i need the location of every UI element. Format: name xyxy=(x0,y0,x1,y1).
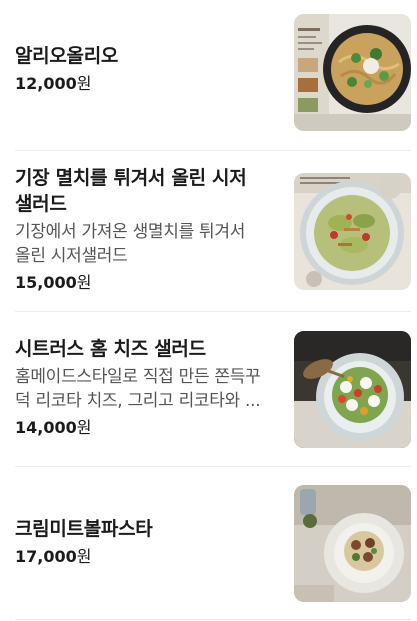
menu-item-name: 알리오올리오 xyxy=(15,45,119,67)
menu-item-aglio-olio[interactable]: 알리오올리오 12,000원 xyxy=(0,0,417,150)
menu-item-citrus-cheese-salad[interactable]: 시트러스 홈 치즈 샐러드 홈메이드스타일로 직접 만든 쫀득꾸 덕 리코타 치… xyxy=(0,312,417,466)
menu-item-name: 시트러스 홈 치즈 샐러드 xyxy=(15,338,206,360)
menu-item-price: 14,000원 xyxy=(15,418,92,437)
citrus-cheese-salad-photo xyxy=(294,331,411,448)
menu-list: 알리오올리오 12,000원 기장 멸치를 튀겨서 올린 시저 샐러드 기장에서… xyxy=(0,0,417,621)
menu-item-text: 시트러스 홈 치즈 샐러드 홈메이드스타일로 직접 만든 쫀득꾸 덕 리코타 치… xyxy=(15,336,277,439)
aglio-olio-pasta-photo xyxy=(294,14,411,131)
menu-item-price: 17,000원 xyxy=(15,547,92,566)
menu-item-price: 15,000원 xyxy=(15,273,92,292)
menu-item-text: 기장 멸치를 튀겨서 올린 시저 샐러드 기장에서 가져온 생멸치를 튀겨서 올… xyxy=(15,165,277,294)
menu-item-cream-meatball-pasta[interactable]: 크림미트볼파스타 17,000원 xyxy=(0,467,417,621)
menu-item-description: 홈메이드스타일로 직접 만든 쫀득꾸 덕 리코타 치즈, 그리고 리코타와 ..… xyxy=(15,367,261,411)
menu-item-price: 12,000원 xyxy=(15,74,92,93)
menu-item-description: 기장에서 가져온 생멸치를 튀겨서 올린 시저샐러드 xyxy=(15,222,246,266)
menu-item-text: 알리오올리오 12,000원 xyxy=(15,43,277,95)
menu-item-anchovy-caesar-salad[interactable]: 기장 멸치를 튀겨서 올린 시저 샐러드 기장에서 가져온 생멸치를 튀겨서 올… xyxy=(0,151,417,311)
anchovy-caesar-salad-photo xyxy=(294,173,411,290)
menu-item-name: 기장 멸치를 튀겨서 올린 시저 샐러드 xyxy=(15,167,247,215)
cream-meatball-pasta-photo xyxy=(294,485,411,602)
menu-item-name: 크림미트볼파스타 xyxy=(15,518,153,540)
menu-item-text: 크림미트볼파스타 17,000원 xyxy=(15,516,277,568)
divider xyxy=(15,619,411,620)
